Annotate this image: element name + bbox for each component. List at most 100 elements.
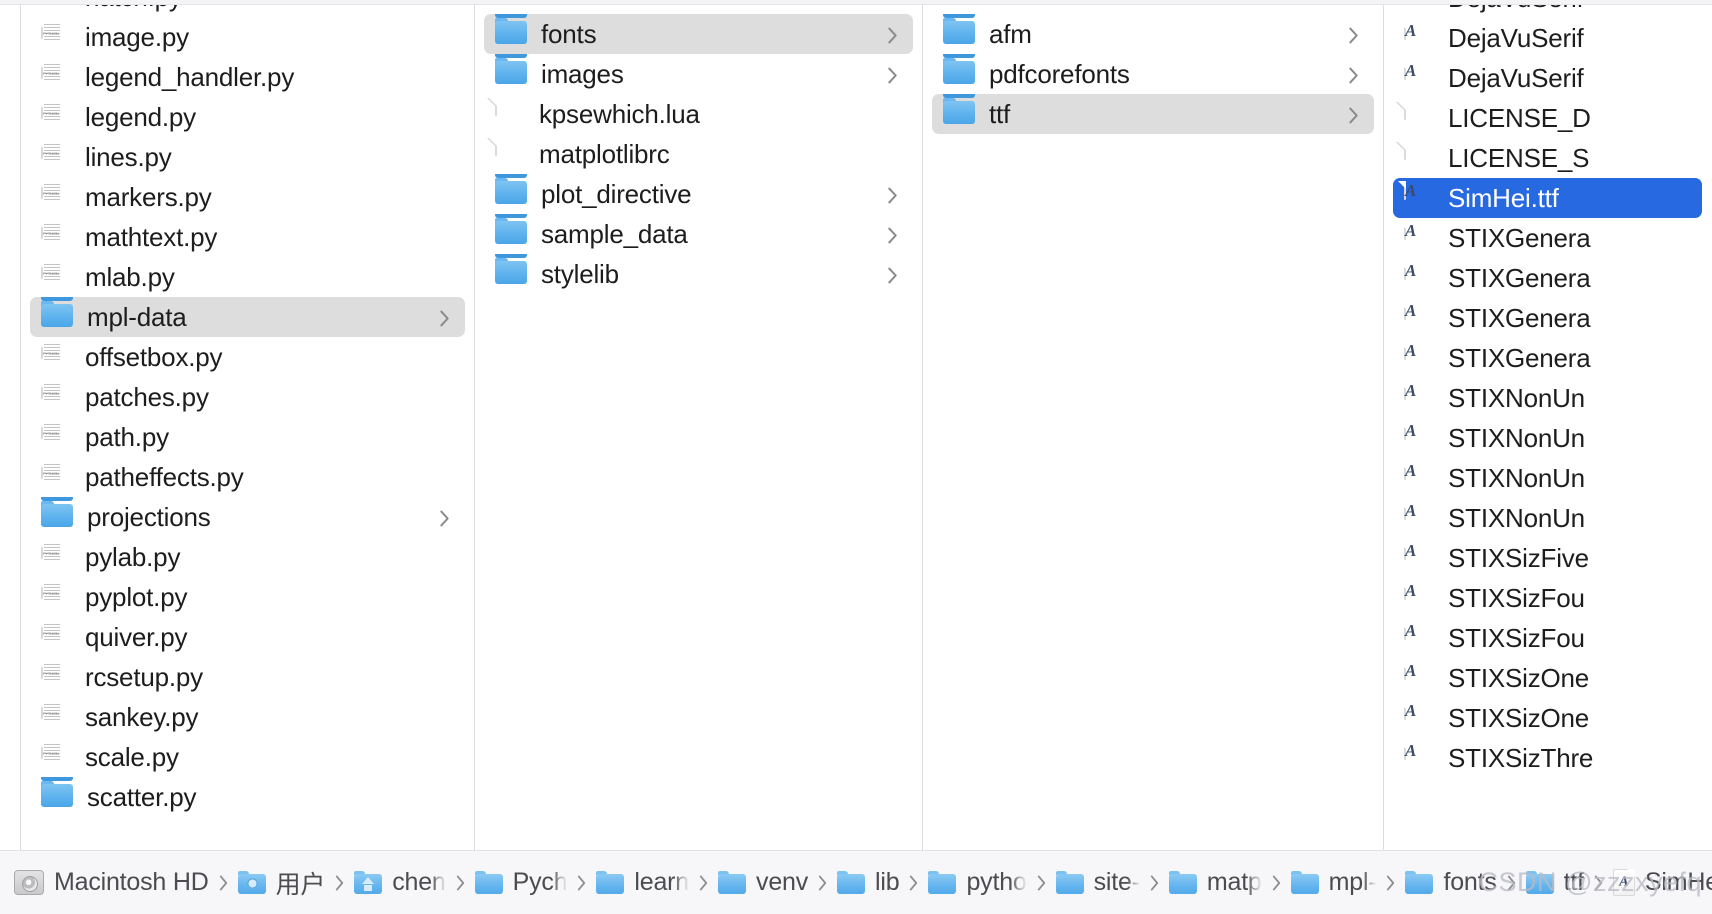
file-row[interactable]: A STIXSizOne (1393, 698, 1702, 738)
file-row[interactable]: A STIXNonUn (1393, 458, 1702, 498)
breadcrumb-separator-icon (908, 874, 919, 892)
file-list: A DejaVuSerif A DejaVuSerif A DejaVuSerif LICE… (1384, 5, 1711, 778)
chevron-right-icon (439, 510, 453, 527)
python-file-icon (35, 100, 71, 133)
breadcrumb-item[interactable]: ttf (1525, 868, 1584, 897)
file-row[interactable]: offsetbox.py (30, 337, 465, 377)
file-row[interactable]: legend_handler.py (30, 57, 465, 97)
file-row[interactable]: A STIXGenera (1393, 218, 1702, 258)
file-row[interactable]: matplotlibrc (484, 134, 913, 174)
file-row[interactable]: markers.py (30, 177, 465, 217)
file-row[interactable]: A STIXSizFou (1393, 618, 1702, 658)
file-row[interactable]: A DejaVuSerif (1393, 58, 1702, 98)
item-label: scatter.py (87, 782, 197, 812)
file-row[interactable]: patches.py (30, 377, 465, 417)
file-row[interactable]: image.py (30, 17, 465, 57)
item-label: hatch.py (85, 5, 182, 17)
breadcrumb-item[interactable]: A SimHei.ttf (1612, 868, 1712, 897)
file-row[interactable]: lines.py (30, 137, 465, 177)
file-row[interactable]: hatch.py (30, 5, 465, 17)
file-row[interactable]: A STIXGenera (1393, 338, 1702, 378)
folder-icon (41, 777, 73, 813)
breadcrumb-label: site- (1093, 868, 1140, 896)
file-row[interactable]: scale.py (30, 737, 465, 777)
file-row[interactable]: A STIXGenera (1393, 298, 1702, 338)
breadcrumb-item[interactable]: site- (1055, 868, 1140, 897)
breadcrumb-item[interactable]: fonts (1405, 868, 1497, 897)
breadcrumb-label: venv (756, 868, 809, 896)
file-row[interactable]: A STIXSizThre (1393, 738, 1702, 778)
file-row[interactable]: A STIXSizFive (1393, 538, 1702, 578)
file-row[interactable]: LICENSE_D (1393, 98, 1702, 138)
file-row[interactable]: patheffects.py (30, 457, 465, 497)
item-label: STIXGenera (1448, 343, 1591, 373)
item-label: markers.py (85, 182, 212, 212)
folder-row[interactable]: projections (30, 497, 465, 537)
item-label: offsetbox.py (85, 342, 223, 372)
breadcrumb-item[interactable]: 用户 (237, 865, 325, 901)
folder-row[interactable]: plot_directive (484, 174, 913, 214)
python-file-icon (35, 340, 71, 373)
font-file-icon: A (1612, 869, 1635, 896)
file-row[interactable]: pyplot.py (30, 577, 465, 617)
breadcrumb-item[interactable]: matp (1168, 868, 1262, 897)
file-row[interactable]: A STIXGenera (1393, 258, 1702, 298)
file-row[interactable]: sankey.py (30, 697, 465, 737)
folder-row[interactable]: ttf (932, 94, 1374, 134)
file-row[interactable]: quiver.py (30, 617, 465, 657)
folder-icon (474, 871, 503, 894)
chevron-right-icon (887, 67, 901, 84)
folder-row[interactable]: afm (932, 14, 1374, 54)
folder-icon (495, 214, 527, 250)
folder-row[interactable]: sample_data (484, 214, 913, 254)
file-row[interactable]: A STIXNonUn (1393, 378, 1702, 418)
breadcrumb-item[interactable]: mpl- (1290, 868, 1376, 897)
breadcrumb-separator-icon (1593, 874, 1604, 892)
breadcrumb-item[interactable]: chen (354, 868, 446, 897)
item-label: matplotlibrc (539, 139, 670, 169)
breadcrumb-item[interactable]: lib (837, 868, 899, 897)
breadcrumb-item[interactable]: venv (718, 868, 808, 897)
folder-row[interactable]: pdfcorefonts (932, 54, 1374, 94)
folder-icon (1405, 871, 1434, 894)
file-row[interactable]: A STIXNonUn (1393, 498, 1702, 538)
file-row[interactable]: path.py (30, 417, 465, 457)
finder-column-view-window: hatch.py image.py legend_handler.py legend.… (0, 0, 1712, 914)
file-row[interactable]: LICENSE_S (1393, 138, 1702, 178)
breadcrumb-label: pytho (966, 868, 1027, 896)
breadcrumb-label: learn (634, 868, 690, 896)
file-row[interactable]: pylab.py (30, 537, 465, 577)
browser-column-ttf: A DejaVuSerif A DejaVuSerif A DejaVuSerif LICE… (1384, 5, 1711, 850)
folder-icon (41, 297, 73, 333)
folder-row[interactable]: fonts (484, 14, 913, 54)
breadcrumb-separator-icon (455, 874, 466, 892)
breadcrumb-item[interactable]: learn (596, 868, 689, 897)
file-row[interactable]: A STIXSizFou (1393, 578, 1702, 618)
breadcrumb-separator-icon (817, 874, 828, 892)
file-row[interactable]: kpsewhich.lua (484, 94, 913, 134)
breadcrumb-separator-icon (1506, 874, 1517, 892)
file-row[interactable]: legend.py (30, 97, 465, 137)
folder-row[interactable]: mpl-data (30, 297, 465, 337)
file-row[interactable]: A STIXSizOne (1393, 658, 1702, 698)
item-label: pyplot.py (85, 582, 188, 612)
file-row[interactable]: A STIXNonUn (1393, 418, 1702, 458)
file-row[interactable]: rcsetup.py (30, 657, 465, 697)
file-row[interactable]: A SimHei.ttf (1393, 178, 1702, 218)
breadcrumb-item[interactable]: Pych (474, 868, 567, 897)
file-row[interactable]: A DejaVuSerif (1393, 18, 1702, 58)
folder-row[interactable]: stylelib (484, 254, 913, 294)
item-label: DejaVuSerif (1448, 23, 1584, 53)
file-row[interactable]: mathtext.py (30, 217, 465, 257)
home-folder-icon (354, 871, 383, 894)
folder-row[interactable]: images (484, 54, 913, 94)
file-row[interactable]: A DejaVuSerif (1393, 5, 1702, 18)
file-list: afm pdfcorefonts ttf (923, 14, 1383, 134)
file-row[interactable]: mlab.py (30, 257, 465, 297)
breadcrumb-item[interactable]: pytho (928, 868, 1027, 897)
generic-file-icon (495, 97, 525, 130)
generic-file-icon (1404, 141, 1434, 174)
item-label: STIXGenera (1448, 263, 1591, 293)
breadcrumb-item[interactable]: Macintosh HD (14, 868, 209, 897)
folder-row[interactable]: scatter.py (30, 777, 465, 817)
